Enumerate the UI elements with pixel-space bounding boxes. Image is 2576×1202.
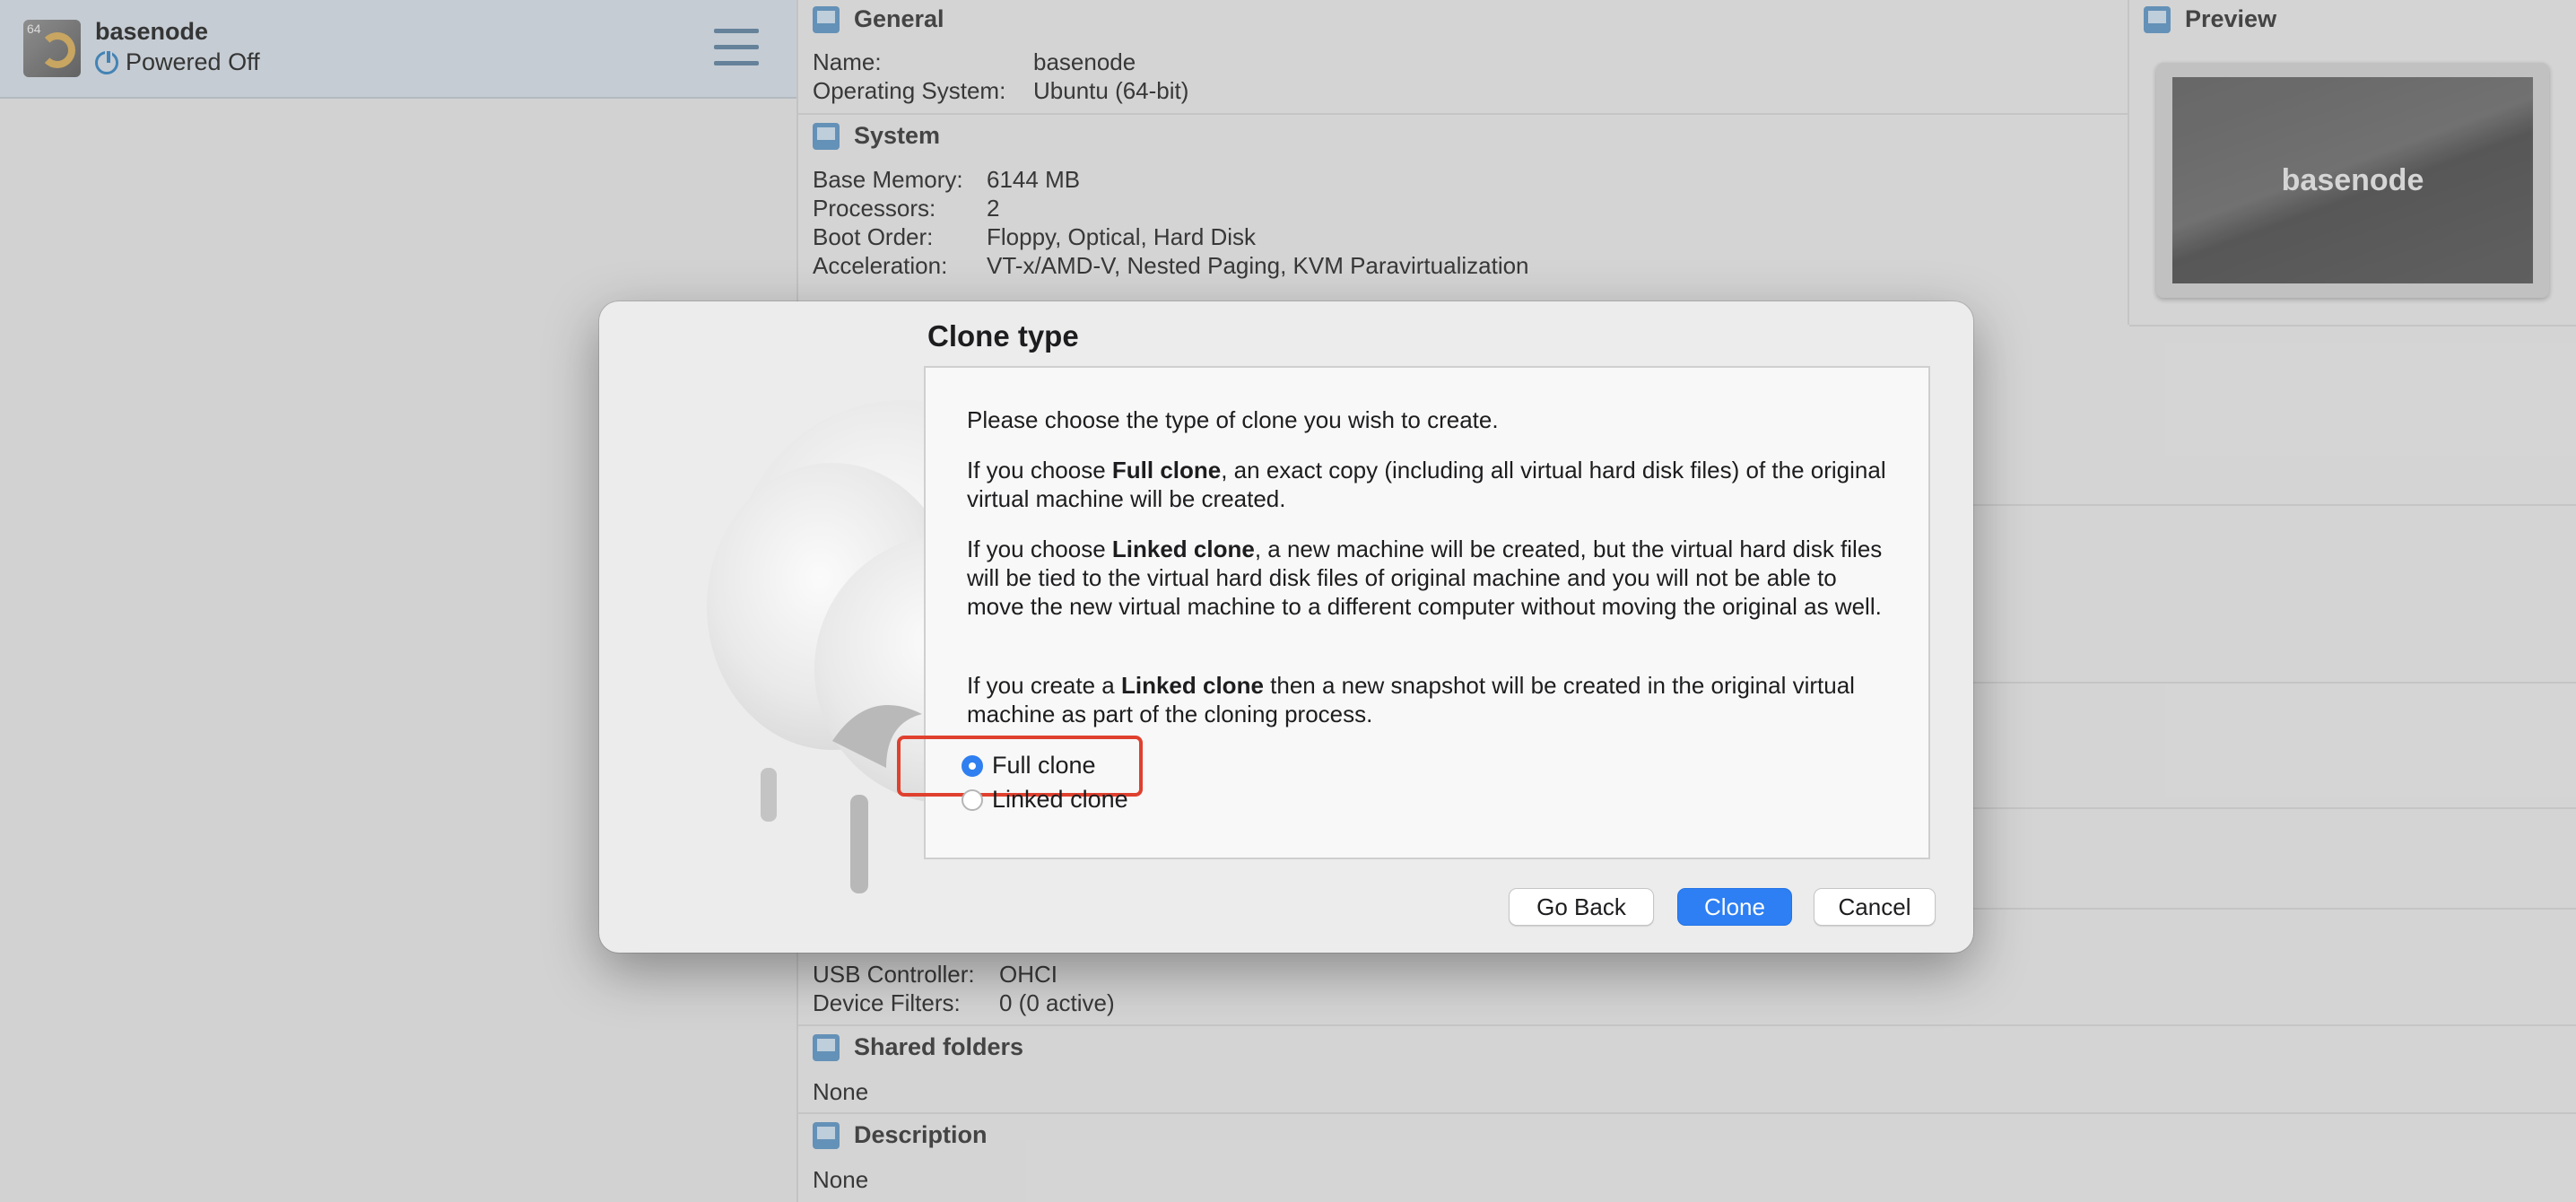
go-back-button[interactable]: Go Back — [1509, 888, 1654, 926]
intro-text: Please choose the type of clone you wish… — [967, 406, 1499, 433]
dialog-title: Clone type — [927, 319, 1079, 353]
snapshot-description: If you create a Linked clone then a new … — [967, 672, 1855, 727]
linked-clone-description: If you choose Linked clone, a new machin… — [967, 536, 1883, 620]
full-clone-radio[interactable]: Full clone — [962, 752, 1096, 780]
cancel-button[interactable]: Cancel — [1814, 888, 1936, 926]
clone-button[interactable]: Clone — [1677, 888, 1792, 926]
full-clone-label: Full clone — [992, 752, 1096, 779]
linked-clone-radio[interactable]: Linked clone — [962, 786, 1128, 814]
clone-type-content: Please choose the type of clone you wish… — [897, 366, 1930, 859]
linked-clone-label: Linked clone — [992, 786, 1128, 813]
radio-unselected-icon[interactable] — [962, 788, 983, 811]
full-clone-description: If you choose Full clone, an exact copy … — [967, 457, 1886, 512]
clone-type-dialog: Clone type Please choose the type of clo… — [599, 301, 1973, 953]
radio-selected-icon[interactable] — [962, 754, 983, 777]
